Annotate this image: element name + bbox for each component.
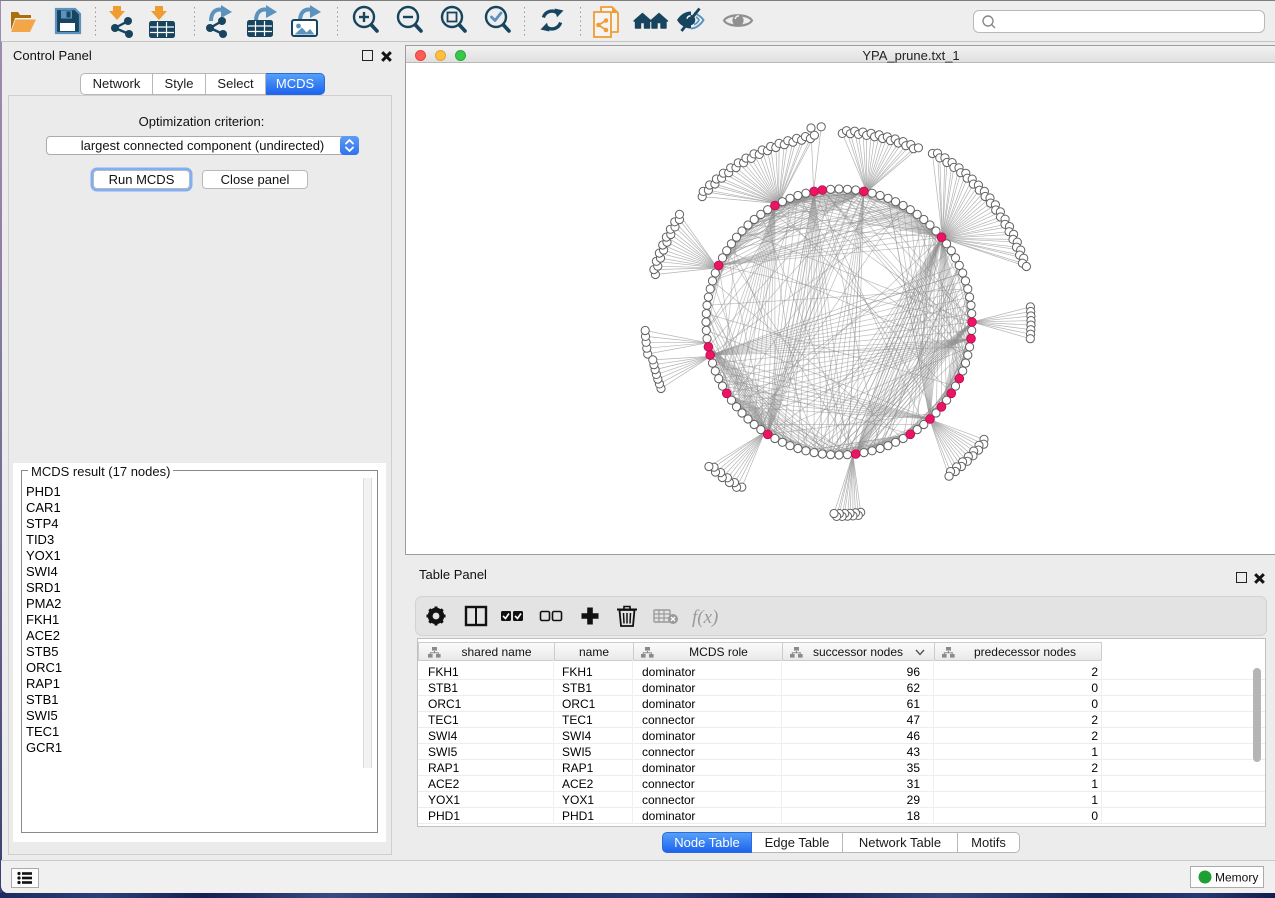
svg-text:Memory: Memory [1215, 871, 1258, 885]
svg-text:f(x): f(x) [692, 607, 718, 628]
